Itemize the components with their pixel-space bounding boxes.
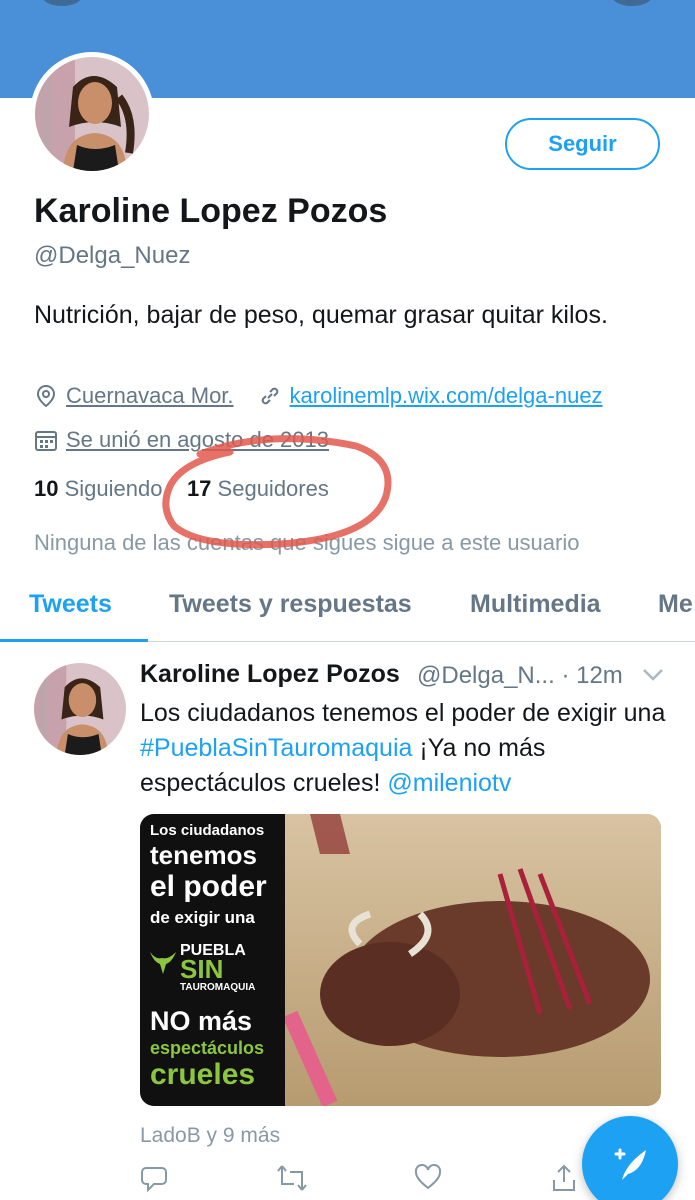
following-stat[interactable]: 10 Siguiendo: [34, 476, 162, 501]
profile-name: Karoline Lopez Pozos: [34, 192, 388, 230]
tab-tweets-replies[interactable]: Tweets y respuestas: [169, 590, 412, 619]
tweet-text: Los ciudadanos tenemos el poder de exigi…: [140, 699, 666, 797]
calendar-icon: [34, 428, 58, 452]
tweet-hashtag[interactable]: #PueblaSinTauromaquia: [140, 734, 412, 762]
link-icon: [258, 384, 282, 408]
profile-website-link[interactable]: karolinemlp.wix.com/delga-nuez: [290, 383, 603, 409]
tab-tweets[interactable]: Tweets: [29, 590, 112, 619]
banner-back-button-edge[interactable]: [42, 0, 82, 6]
heart-icon[interactable]: [414, 1163, 442, 1195]
tweet-author-handle: @Delga_N... · 12m: [417, 662, 623, 689]
retweet-icon[interactable]: [276, 1164, 308, 1197]
active-tab-indicator: [0, 639, 148, 642]
profile-handle: @Delga_Nuez: [34, 242, 191, 269]
profile-meta-location-row: Cuernavaca Mor. karolinemlp.wix.com/delg…: [34, 383, 603, 409]
reply-icon[interactable]: [140, 1164, 168, 1197]
profile-tabs: Tweets Tweets y respuestas Multimedia Me: [0, 580, 695, 642]
follow-button[interactable]: Seguir: [505, 118, 660, 170]
share-icon[interactable]: [551, 1164, 577, 1197]
tab-likes[interactable]: Me: [658, 590, 693, 619]
compose-tweet-button[interactable]: [582, 1116, 678, 1200]
tab-media[interactable]: Multimedia: [470, 590, 601, 619]
location-pin-icon: [34, 384, 58, 408]
banner-menu-button-edge[interactable]: [612, 0, 652, 6]
profile-avatar[interactable]: [30, 52, 154, 176]
media-text-panel: Los ciudadanos tenemos el poder de exigi…: [140, 814, 285, 1106]
chevron-down-icon[interactable]: [642, 668, 664, 687]
profile-bio: Nutrición, bajar de peso, quemar grasar …: [34, 301, 608, 329]
red-annotation-circle: [162, 435, 392, 549]
tweet-author-name[interactable]: Karoline Lopez Pozos: [140, 660, 400, 689]
tweet-media-image[interactable]: Los ciudadanos tenemos el poder de exigi…: [140, 814, 661, 1106]
bull-logo-icon: [150, 952, 176, 974]
tweet-author-avatar[interactable]: [34, 663, 126, 755]
compose-tweet-icon: [614, 1148, 646, 1180]
profile-location[interactable]: Cuernavaca Mor.: [66, 383, 234, 409]
tweet-mention[interactable]: @mileniotv: [387, 769, 511, 797]
tweet-time: 12m: [576, 662, 623, 689]
tweet-social-context: LadoB y 9 más: [140, 1124, 281, 1147]
